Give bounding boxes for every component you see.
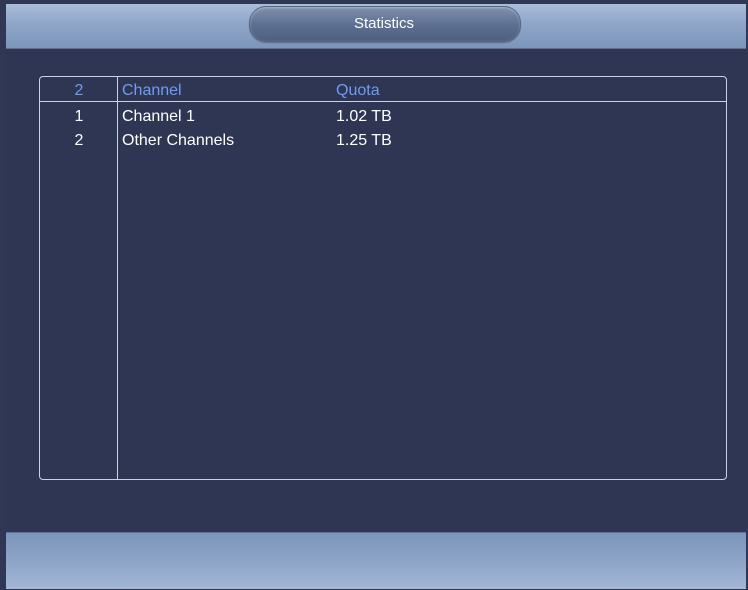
header-count: 2 [74, 82, 84, 99]
statistics-window: Statistics 2 Channel Quota 1 Channel 1 1… [0, 0, 748, 590]
row-2-index: 2 [74, 132, 84, 149]
bottom-bar [6, 532, 746, 589]
table-column-divider [117, 77, 118, 479]
row-1-channel[interactable]: Channel 1 [122, 106, 195, 128]
row-2-channel[interactable]: Other Channels [122, 130, 234, 152]
row-2-quota: 1.25 TB [336, 132, 392, 149]
window-title: Statistics [353, 15, 414, 32]
header-quota[interactable]: Quota [336, 80, 380, 102]
header-channel[interactable]: Channel [122, 80, 182, 102]
row-1-index: 1 [74, 108, 84, 125]
row-1-quota: 1.02 TB [336, 108, 392, 125]
